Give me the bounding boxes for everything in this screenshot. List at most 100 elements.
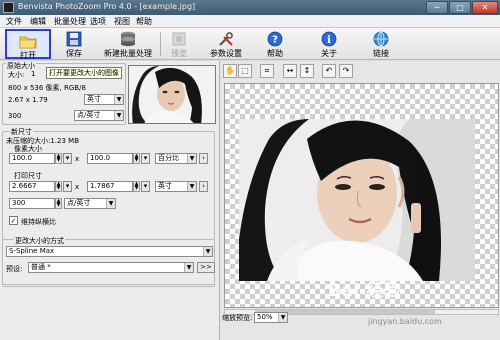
chevron-down-icon: ▼ (187, 154, 196, 163)
chevron-down-icon: ▼ (203, 247, 212, 256)
new-batch-label: 新建批量处理 (104, 49, 152, 58)
thumbnail-preview[interactable] (128, 65, 216, 124)
wrench-screwdriver-icon (219, 32, 233, 46)
floppy-disk-icon (66, 31, 82, 47)
menu-view[interactable]: 视图 (114, 16, 130, 27)
menu-help[interactable]: 帮助 (136, 16, 152, 27)
print-width-spinner[interactable]: ▲ ▼ (55, 181, 62, 192)
help-button[interactable]: ? 帮助 (262, 29, 288, 59)
pixel-width-spinner[interactable]: ▲ ▼ (55, 153, 62, 164)
preview-canvas[interactable] (224, 83, 499, 308)
chevron-down-icon: ▼ (106, 199, 115, 208)
select-tool-button[interactable]: ⬚ (238, 64, 252, 78)
maximize-button[interactable]: □ (449, 1, 471, 14)
preset-value: 普通 * (31, 263, 51, 271)
save-button[interactable]: 保存 (58, 29, 90, 59)
about-button[interactable]: i 关于 (316, 29, 342, 59)
keep-ratio-checkbox[interactable]: ✓ (9, 216, 18, 225)
svg-text:?: ? (272, 35, 278, 46)
original-unit-value: 英寸 (87, 95, 101, 103)
new-batch-button[interactable]: 新建批量处理 (100, 29, 156, 59)
info-icon: i (321, 31, 337, 47)
open-label: 打开 (20, 51, 36, 60)
close-button[interactable]: ✕ (472, 1, 498, 14)
print-resolution-spinner[interactable]: ▲ ▼ (55, 198, 62, 209)
baidu-watermark: Bai 经验 (328, 281, 402, 301)
database-stack-icon (121, 31, 135, 47)
window-title: Benvista PhotoZoom Pro 4.0 - [example.jp… (18, 2, 196, 11)
settings-label: 参数设置 (210, 49, 242, 58)
pixel-height-input[interactable]: 100.0 (87, 153, 133, 164)
link-label: 链接 (373, 49, 389, 58)
pixel-more-button[interactable]: › (199, 153, 208, 164)
minimize-button[interactable]: ─ (426, 1, 448, 14)
algorithm-select[interactable]: S-Spline Max ▼ (6, 246, 213, 257)
chevron-down-icon: ▼ (184, 263, 193, 272)
original-resolution: 300 (8, 112, 22, 120)
print-res-unit-select[interactable]: 点/英寸 ▼ (64, 198, 116, 209)
pixel-height-spinner[interactable]: ▲ ▼ (133, 153, 140, 164)
chevron-down-icon: ▼ (114, 111, 123, 120)
pixel-height-menu[interactable]: ▾ (141, 153, 150, 164)
print-height-spinner[interactable]: ▲ ▼ (133, 181, 140, 192)
print-width-menu[interactable]: ▾ (63, 181, 72, 192)
preset-label: 预设: (6, 265, 23, 273)
size-label: 大小: (8, 71, 25, 79)
save-label: 保存 (66, 49, 82, 58)
print-resolution-input[interactable]: 300 (9, 198, 55, 209)
thumbnail-image (129, 66, 215, 123)
preview-image (239, 119, 475, 281)
toolbar-separator (160, 32, 161, 56)
print-height-input[interactable]: 1.7867 (87, 181, 133, 192)
crop-tool-button[interactable]: ⌗ (260, 64, 274, 78)
zoom-select[interactable]: 50% ▼ (254, 312, 288, 323)
original-res-unit-select[interactable]: 点/英寸 ▼ (74, 110, 124, 121)
menu-batch[interactable]: 批量处理 (54, 16, 86, 27)
preset-more-button[interactable]: >> (197, 262, 215, 273)
preset-select[interactable]: 普通 * ▼ (28, 262, 194, 273)
original-unit-select[interactable]: 英寸 ▼ (84, 94, 124, 105)
chevron-down-icon: ▼ (278, 313, 287, 322)
svg-text:i: i (327, 35, 331, 46)
undo-button[interactable]: ↶ (322, 64, 336, 78)
print-more-button[interactable]: › (199, 181, 208, 192)
size-value: 1 (31, 70, 36, 78)
about-label: 关于 (321, 49, 337, 58)
preview-button[interactable]: 预览 (164, 29, 194, 59)
app-icon (3, 2, 14, 13)
fit-width-button[interactable]: ↔ (283, 64, 297, 78)
pixel-unit-value: 百分比 (158, 154, 179, 162)
globe-icon (373, 31, 389, 47)
keep-ratio-label: 维持纵横比 (21, 218, 56, 226)
print-size-heading: 打印尺寸 (14, 172, 42, 180)
menu-options[interactable]: 选项 (90, 16, 106, 27)
preview-icon (172, 32, 186, 46)
zoom-value: 50% (257, 313, 273, 321)
settings-button[interactable]: 参数设置 (206, 29, 246, 59)
original-res-unit-value: 点/英寸 (77, 111, 101, 119)
pixel-width-input[interactable]: 100.0 (9, 153, 55, 164)
folder-open-icon (19, 36, 37, 49)
link-button[interactable]: 链接 (366, 29, 396, 59)
menu-bar: 文件 编辑 批量处理 选项 视图 帮助 (0, 15, 500, 28)
print-res-unit-value: 点/英寸 (67, 199, 91, 207)
print-dimensions: 2.67 x 1.79 (8, 96, 48, 104)
algorithm-value: S-Spline Max (9, 247, 55, 255)
menu-edit[interactable]: 编辑 (30, 16, 46, 27)
menu-file[interactable]: 文件 (6, 16, 22, 27)
title-bar: Benvista PhotoZoom Pro 4.0 - [example.jp… (0, 0, 500, 15)
print-width-input[interactable]: 2.6667 (9, 181, 55, 192)
print-height-menu[interactable]: ▾ (141, 181, 150, 192)
print-unit-select[interactable]: 英寸 ▼ (155, 181, 197, 192)
redo-button[interactable]: ↷ (339, 64, 353, 78)
hand-tool-button[interactable]: ✋ (223, 64, 237, 78)
preview-label: 预览 (171, 49, 187, 58)
print-times: x (75, 183, 80, 191)
resize-method-heading: 更改大小的方式 (14, 236, 65, 246)
open-button[interactable]: 打开 (5, 29, 51, 60)
pixel-unit-select[interactable]: 百分比 ▼ (155, 153, 197, 164)
toolbar: 打开 保存 新建批量处理 预览 参数设置 ? 帮助 i 关于 链接 (0, 28, 500, 60)
pixel-width-menu[interactable]: ▾ (63, 153, 72, 164)
settings-panel: 原始大小 大小: 1 打开要更改大小的图像 800 x 536 像素, RGB/… (0, 61, 219, 340)
fit-height-button[interactable]: ↕ (300, 64, 314, 78)
